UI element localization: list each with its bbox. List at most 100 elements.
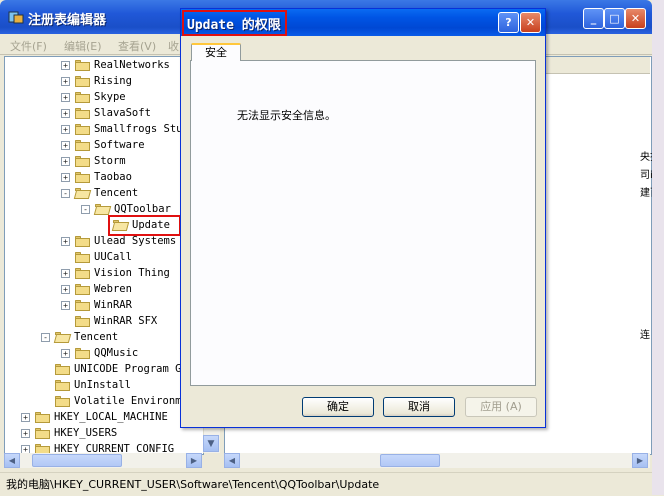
tree-row-label: RealNetworks [94,59,170,71]
tree-row-label: QQMusic [94,347,139,359]
tree-row[interactable]: + Software [61,137,145,153]
expander-icon[interactable]: + [61,60,70,70]
status-path: 我的电脑\HKEY_CURRENT_USER\Software\Tencent\… [6,478,380,491]
security-info-message: 无法显示安全信息。 [237,109,336,122]
expander-icon[interactable]: + [61,156,70,166]
tree-row[interactable]: UnInstall [41,377,131,393]
folder-icon [75,171,90,183]
expander-placeholder [61,317,70,326]
dialog-help-button[interactable]: ? [498,12,519,33]
values-scroll-right-button[interactable]: ▶ [632,453,648,468]
tree-scroll-left-button[interactable]: ◀ [4,453,20,468]
expander-icon[interactable]: + [61,76,70,86]
tree-row-label: UUCall [94,251,132,263]
tree-row-label: SlavaSoft [94,107,151,119]
expander-icon[interactable]: + [61,348,70,358]
expander-icon[interactable]: + [61,92,70,102]
tree-row-label: HKEY_USERS [54,427,118,439]
expander-icon[interactable]: + [61,172,70,182]
expander-icon[interactable]: + [61,124,70,134]
tree-row[interactable]: + QQMusic [61,345,138,361]
values-column-header [544,57,650,74]
folder-icon [75,59,90,71]
expander-icon[interactable]: - [41,332,50,342]
menu-file[interactable]: 文件(F) [10,38,47,54]
dialog-close-button[interactable]: ✕ [520,12,541,33]
values-scroll-left-button[interactable]: ◀ [224,453,240,468]
expander-icon[interactable]: + [61,108,70,118]
tree-row[interactable]: + Rising [61,73,132,89]
folder-icon [75,235,90,247]
tree-row[interactable]: + Storm [61,153,126,169]
folder-icon [75,267,90,279]
desktop-edge-right [652,0,664,495]
tree-row[interactable]: + SlavaSoft [61,105,151,121]
tree-row[interactable]: + Skype [61,89,126,105]
tree-row[interactable]: Volatile Environm [41,393,181,409]
menu-view[interactable]: 查看(V) [118,38,156,54]
tree-row[interactable]: + Taobao [61,169,132,185]
registry-key-tree[interactable]: + RealNetworks + Rising + Skype + SlavaSoft … [4,56,204,455]
folder-icon [75,155,90,167]
tree-row[interactable]: + Smallfrogs Stu [61,121,183,137]
tree-row-label: Tencent [94,187,139,199]
tree-row-label: Ulead Systems [94,235,177,247]
tree-row[interactable]: - Tencent [41,329,118,345]
cancel-button[interactable]: 取消 [383,397,455,417]
tree-row[interactable]: UNICODE Program G [41,361,181,377]
values-scroll-thumb[interactable] [380,454,440,467]
tab-security[interactable]: 安全 [191,43,241,61]
expander-icon[interactable]: + [21,412,30,422]
folder-icon [35,411,50,423]
expander-icon[interactable]: - [81,204,90,214]
tree-row[interactable]: - Tencent [61,185,138,201]
ok-button[interactable]: 确定 [302,397,374,417]
menu-favorites[interactable]: 收 [168,38,179,54]
expander-icon[interactable]: + [61,284,70,294]
registry-maximize-button[interactable]: □ [604,8,625,29]
folder-icon [35,427,50,439]
expander-icon[interactable]: + [61,300,70,310]
apply-button[interactable]: 应用 (A) [465,397,537,417]
expander-icon[interactable]: + [21,428,30,438]
tree-row-label: Webren [94,283,132,295]
tree-row-label: Storm [94,155,126,167]
registry-window-title: 注册表编辑器 [28,13,107,28]
tree-row-label: Taobao [94,171,132,183]
tree-row-label: Volatile Environm [74,395,182,407]
tree-row[interactable]: + RealNetworks [61,57,170,73]
expander-icon[interactable]: + [61,268,70,278]
tree-row-label: WinRAR [94,299,132,311]
tree-scroll-down-button[interactable]: ▼ [203,435,219,452]
tree-row[interactable]: + HKEY_LOCAL_MACHINE [21,409,168,425]
folder-icon [75,251,90,263]
tree-row[interactable]: + Vision Thing [61,265,170,281]
arrow-down-icon: ▼ [207,439,215,449]
tree-scroll-right-button[interactable]: ▶ [186,453,202,468]
folder-icon [75,283,90,295]
registry-close-button[interactable]: ✕ [625,8,646,29]
folder-icon [75,91,90,103]
folder-icon [75,347,90,359]
close-icon: ✕ [525,16,536,29]
expander-icon[interactable]: - [61,188,70,198]
close-icon: ✕ [630,12,641,25]
arrow-right-icon: ▶ [636,456,644,465]
tree-row[interactable]: + WinRAR [61,297,132,313]
tree-row-label: WinRAR SFX [94,315,158,327]
registry-minimize-button[interactable]: _ [583,8,604,29]
tree-row-label: Smallfrogs Stu [94,123,183,135]
folder-icon [75,299,90,311]
tree-row[interactable]: + HKEY_USERS [21,425,117,441]
tree-row-label: Software [94,139,145,151]
tree-row[interactable]: + Webren [61,281,132,297]
expander-icon[interactable]: + [61,140,70,150]
arrow-left-icon: ◀ [228,456,236,465]
tree-row[interactable]: UUCall [61,249,132,265]
menu-edit[interactable]: 编辑(E) [64,38,102,54]
tree-row-label: HKEY_LOCAL_MACHINE [54,411,168,423]
tree-row[interactable]: WinRAR SFX [61,313,157,329]
expander-icon[interactable]: + [61,236,70,246]
expander-placeholder [41,381,50,390]
tree-scroll-thumb[interactable] [32,454,122,467]
